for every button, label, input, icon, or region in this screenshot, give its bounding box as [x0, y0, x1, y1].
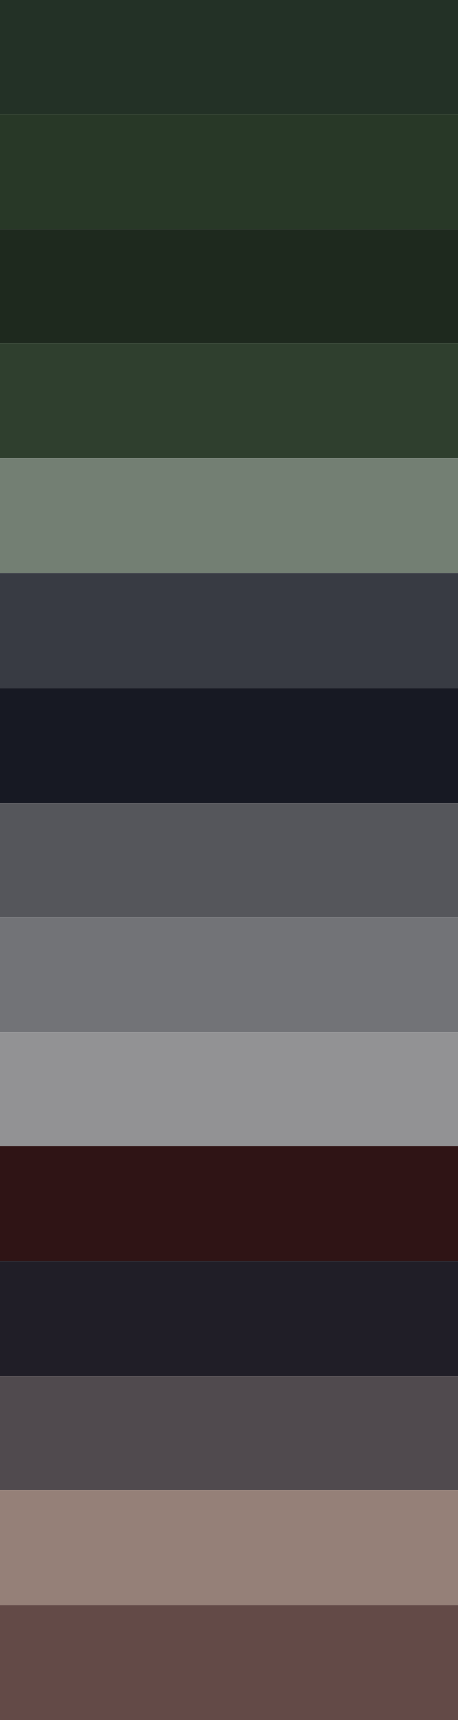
- swatch-divider: [0, 803, 458, 804]
- swatch-12: [0, 1261, 458, 1376]
- swatch-divider: [0, 229, 458, 230]
- swatch-10: [0, 1032, 458, 1146]
- swatch-divider: [0, 917, 458, 918]
- swatch-divider: [0, 1261, 458, 1262]
- swatch-11: [0, 1146, 458, 1261]
- swatch-9: [0, 917, 458, 1032]
- swatch-14: [0, 1490, 458, 1605]
- swatch-divider: [0, 573, 458, 574]
- swatch-2: [0, 114, 458, 229]
- swatch-divider: [0, 343, 458, 344]
- swatch-13: [0, 1376, 458, 1490]
- swatch-divider: [0, 688, 458, 689]
- swatch-divider: [0, 114, 458, 115]
- swatch-5: [0, 458, 458, 573]
- swatch-divider: [0, 1490, 458, 1491]
- swatch-8: [0, 803, 458, 917]
- swatch-divider: [0, 1376, 458, 1377]
- swatch-divider: [0, 458, 458, 459]
- swatch-divider: [0, 1605, 458, 1606]
- swatch-4: [0, 343, 458, 458]
- color-palette: [0, 0, 458, 1720]
- swatch-6: [0, 573, 458, 688]
- swatch-3: [0, 229, 458, 343]
- swatch-divider: [0, 1146, 458, 1147]
- swatch-15: [0, 1605, 458, 1720]
- swatch-1: [0, 0, 458, 114]
- swatch-divider: [0, 1032, 458, 1033]
- swatch-7: [0, 688, 458, 803]
